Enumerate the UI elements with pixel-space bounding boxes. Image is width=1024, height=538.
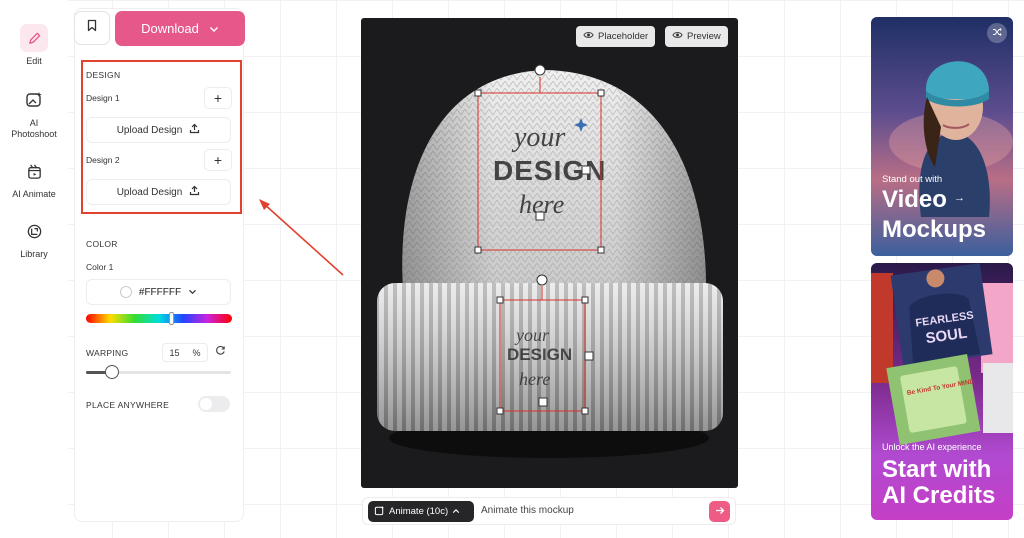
warping-slider[interactable] — [86, 365, 231, 379]
ad1-line2: Mockups — [882, 216, 987, 243]
annotation-arrow — [259, 199, 344, 276]
upload-design2-label: Upload Design — [116, 186, 183, 198]
preview-button[interactable]: Preview — [665, 26, 728, 47]
place-anywhere-toggle[interactable] — [198, 396, 230, 412]
warping-value: 15 — [169, 347, 180, 358]
ad2-small-text: Unlock the AI experience — [882, 442, 982, 452]
animate-prompt-input[interactable]: Animate this mockup — [481, 505, 574, 516]
nav-item-ai-animate[interactable]: AI Animate — [0, 157, 68, 200]
animate-button[interactable]: Animate (10c) — [368, 501, 474, 522]
ai-credits-ad[interactable]: FEARLESS SOUL Be Kind To Your MIND Unloc… — [871, 263, 1013, 520]
nav-item-ai-photoshoot[interactable]: AI Photoshoot — [0, 86, 68, 140]
svg-text:your: your — [514, 325, 550, 345]
library-icon — [20, 217, 48, 245]
animate-label: Animate (10c) — [389, 506, 449, 517]
nav-label-ai-photoshoot: AI Photoshoot — [11, 118, 57, 139]
upload-design1-button[interactable]: Upload Design — [86, 117, 231, 143]
left-nav: Edit AI Photoshoot AI Animate Library — [0, 0, 68, 538]
nav-label-ai-animate: AI Animate — [12, 189, 56, 199]
warping-value-input[interactable]: 15 % — [162, 343, 208, 362]
color-swatch — [119, 286, 132, 298]
ai-animate-icon — [20, 157, 48, 185]
nav-label-library: Library — [20, 249, 48, 259]
nav-item-library[interactable]: Library — [0, 217, 68, 260]
shuffle-ad-button[interactable] — [987, 23, 1007, 43]
chevron-up-icon — [452, 506, 460, 517]
ad1-line1: Video — [882, 186, 947, 213]
upload-design2-button[interactable]: Upload Design — [86, 179, 231, 205]
eye-icon — [583, 31, 594, 42]
add-design1-button[interactable]: + — [204, 87, 232, 109]
color-section-title: COLOR — [86, 239, 118, 249]
ad1-small-text: Stand out with — [882, 174, 943, 185]
reset-icon — [215, 343, 226, 361]
placeholder-label: Placeholder — [598, 31, 649, 42]
svg-text:DESIGN: DESIGN — [507, 345, 572, 364]
warping-label: WARPING — [86, 348, 129, 358]
eye-icon — [672, 31, 683, 42]
color-select[interactable]: #FFFFFF — [86, 279, 231, 305]
chevron-down-icon — [209, 21, 219, 36]
download-label: Download — [141, 21, 199, 36]
color-value: #FFFFFF — [138, 286, 182, 298]
chevron-down-icon — [188, 287, 197, 298]
reset-warping-button[interactable] — [212, 344, 228, 360]
ad2-line1: Start with — [882, 456, 992, 483]
beanie-mockup-image: your DESIGN here your DESIGN here — [377, 64, 723, 458]
warping-slider-handle[interactable] — [105, 365, 120, 379]
arrow-right-icon — [715, 506, 725, 518]
upload-icon — [189, 185, 200, 199]
upload-design1-label: Upload Design — [116, 124, 183, 136]
animate-bar: Animate (10c) Animate this mockup — [362, 497, 736, 525]
svg-text:your: your — [511, 122, 565, 153]
animate-icon — [374, 505, 385, 519]
send-button[interactable] — [709, 501, 730, 522]
nav-label-edit: Edit — [26, 56, 42, 66]
bookmark-button[interactable] — [74, 11, 110, 45]
design-section-title: DESIGN — [86, 70, 121, 80]
hue-slider[interactable] — [86, 312, 232, 325]
plus-icon: + — [213, 152, 223, 168]
place-anywhere-label: PLACE ANYWHERE — [86, 400, 170, 410]
ad2-line2: AI Credits — [882, 482, 996, 509]
edit-icon — [20, 24, 48, 52]
design1-label: Design 1 — [86, 93, 120, 103]
ai-photoshoot-icon — [20, 86, 48, 114]
add-design2-button[interactable]: + — [204, 149, 232, 171]
toggle-knob — [200, 398, 212, 410]
mockup-canvas[interactable]: your DESIGN here your DESIGN here Placeh… — [361, 18, 738, 488]
nav-item-edit[interactable]: Edit — [0, 24, 68, 67]
warping-unit: % — [192, 347, 201, 358]
design2-label: Design 2 — [86, 155, 120, 165]
color1-label: Color 1 — [86, 262, 114, 272]
download-button[interactable]: Download — [115, 11, 245, 46]
preview-label: Preview — [687, 31, 721, 42]
shuffle-icon — [992, 24, 1002, 42]
placeholder-button[interactable]: Placeholder — [576, 26, 656, 47]
hue-slider-handle[interactable] — [168, 312, 174, 325]
svg-text:here: here — [519, 369, 550, 389]
bookmark-icon — [86, 19, 98, 37]
upload-icon — [189, 123, 200, 137]
video-mockups-ad[interactable]: Stand out with Video → Mockups — [871, 17, 1013, 256]
plus-icon: + — [213, 90, 223, 106]
arrow-right-icon: → — [954, 192, 965, 204]
